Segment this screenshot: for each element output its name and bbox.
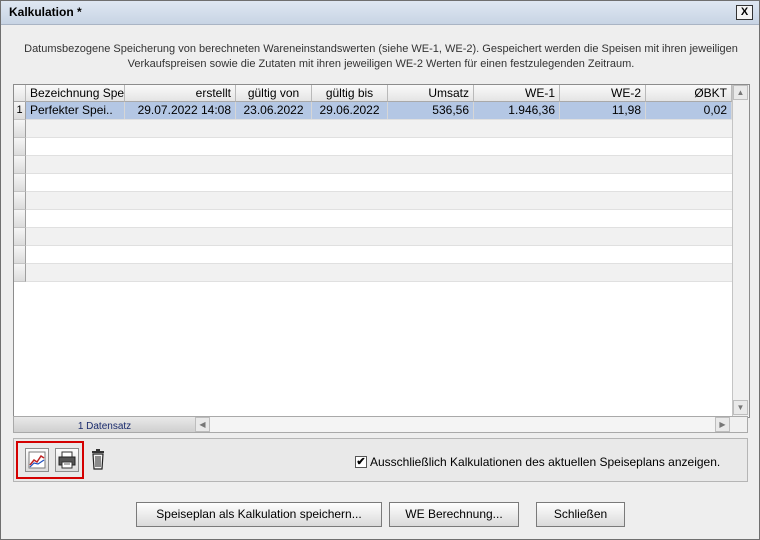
we-calculation-button[interactable]: WE Berechnung... xyxy=(389,502,519,527)
row-number[interactable]: 1 xyxy=(14,102,26,120)
vertical-scrollbar[interactable]: ▲ ▼ xyxy=(732,85,749,416)
horizontal-scrollbar[interactable]: ◀ ▶ xyxy=(195,417,730,432)
calculation-table[interactable]: Bezeichnung Spe erstellt gültig von gült… xyxy=(13,84,750,418)
column-header-bkt[interactable]: ØBKT xyxy=(646,85,732,102)
kalkulation-dialog: Kalkulation * X Datumsbezogene Speicheru… xyxy=(0,0,760,540)
empty-table-row[interactable] xyxy=(14,138,732,156)
trash-icon xyxy=(92,449,104,470)
delete-button[interactable] xyxy=(88,448,108,472)
empty-table-row[interactable] xyxy=(14,228,732,246)
scroll-right-arrow-icon[interactable]: ▶ xyxy=(715,417,730,432)
empty-table-row[interactable] xyxy=(14,174,732,192)
row-header[interactable] xyxy=(14,192,26,210)
table-status-bar: 1 Datensatz ◀ ▶ xyxy=(13,416,748,433)
cell-umsatz[interactable]: 536,56 xyxy=(388,102,474,119)
row-header[interactable] xyxy=(14,246,26,264)
cell-bkt[interactable]: 0,02 xyxy=(646,102,732,119)
cell-we1[interactable]: 1.946,36 xyxy=(474,102,560,119)
cell-bezeichnung[interactable]: Perfekter Spei.. xyxy=(26,102,125,119)
toolbar-highlight-frame xyxy=(16,441,84,479)
record-count-label: 1 Datensatz xyxy=(14,417,196,432)
scroll-up-arrow-icon[interactable]: ▲ xyxy=(733,85,748,100)
column-header-we1[interactable]: WE-1 xyxy=(474,85,560,102)
empty-table-row[interactable] xyxy=(14,120,732,138)
column-header-gueltig-bis[interactable]: gültig bis xyxy=(312,85,388,102)
save-plan-as-calculation-button[interactable]: Speiseplan als Kalkulation speichern... xyxy=(136,502,382,527)
row-header[interactable] xyxy=(14,228,26,246)
empty-table-row[interactable] xyxy=(14,210,732,228)
title-bar[interactable]: Kalkulation * X xyxy=(1,1,759,25)
cell-we2[interactable]: 11,98 xyxy=(560,102,646,119)
empty-table-row[interactable] xyxy=(14,264,732,282)
row-header[interactable] xyxy=(14,120,26,138)
column-header-erstellt[interactable]: erstellt xyxy=(125,85,236,102)
current-plan-checkbox[interactable]: ✔ xyxy=(355,456,367,468)
row-header[interactable] xyxy=(14,264,26,282)
row-header[interactable] xyxy=(14,174,26,192)
current-plan-checkbox-label[interactable]: Ausschließlich Kalkulationen des aktuell… xyxy=(370,455,720,469)
window-title: Kalkulation * xyxy=(9,5,82,19)
description-line-1: Datumsbezogene Speicherung von berechnet… xyxy=(24,43,738,55)
close-window-button[interactable]: X xyxy=(736,5,753,20)
scroll-down-arrow-icon[interactable]: ▼ xyxy=(733,400,748,415)
column-header-bezeichnung[interactable]: Bezeichnung Spe xyxy=(26,85,125,102)
description-text: Datumsbezogene Speicherung von berechnet… xyxy=(17,42,745,72)
row-header[interactable] xyxy=(14,156,26,174)
column-header-we2[interactable]: WE-2 xyxy=(560,85,646,102)
close-button[interactable]: Schließen xyxy=(536,502,625,527)
table-corner-header xyxy=(14,85,26,102)
table-row[interactable]: 1 Perfekter Spei.. 29.07.2022 14:08 23.0… xyxy=(14,102,732,120)
row-header[interactable] xyxy=(14,210,26,228)
scroll-left-arrow-icon[interactable]: ◀ xyxy=(195,417,210,432)
empty-table-row[interactable] xyxy=(14,156,732,174)
column-header-gueltig-von[interactable]: gültig von xyxy=(236,85,312,102)
cell-gueltig-von[interactable]: 23.06.2022 xyxy=(236,102,312,119)
row-header[interactable] xyxy=(14,138,26,156)
empty-table-row[interactable] xyxy=(14,192,732,210)
description-line-2: Verkaufspreisen sowie die Zutaten mit ih… xyxy=(127,58,635,70)
column-header-umsatz[interactable]: Umsatz xyxy=(388,85,474,102)
cell-gueltig-bis[interactable]: 29.06.2022 xyxy=(312,102,388,119)
empty-table-row[interactable] xyxy=(14,246,732,264)
cell-erstellt[interactable]: 29.07.2022 14:08 xyxy=(125,102,236,119)
